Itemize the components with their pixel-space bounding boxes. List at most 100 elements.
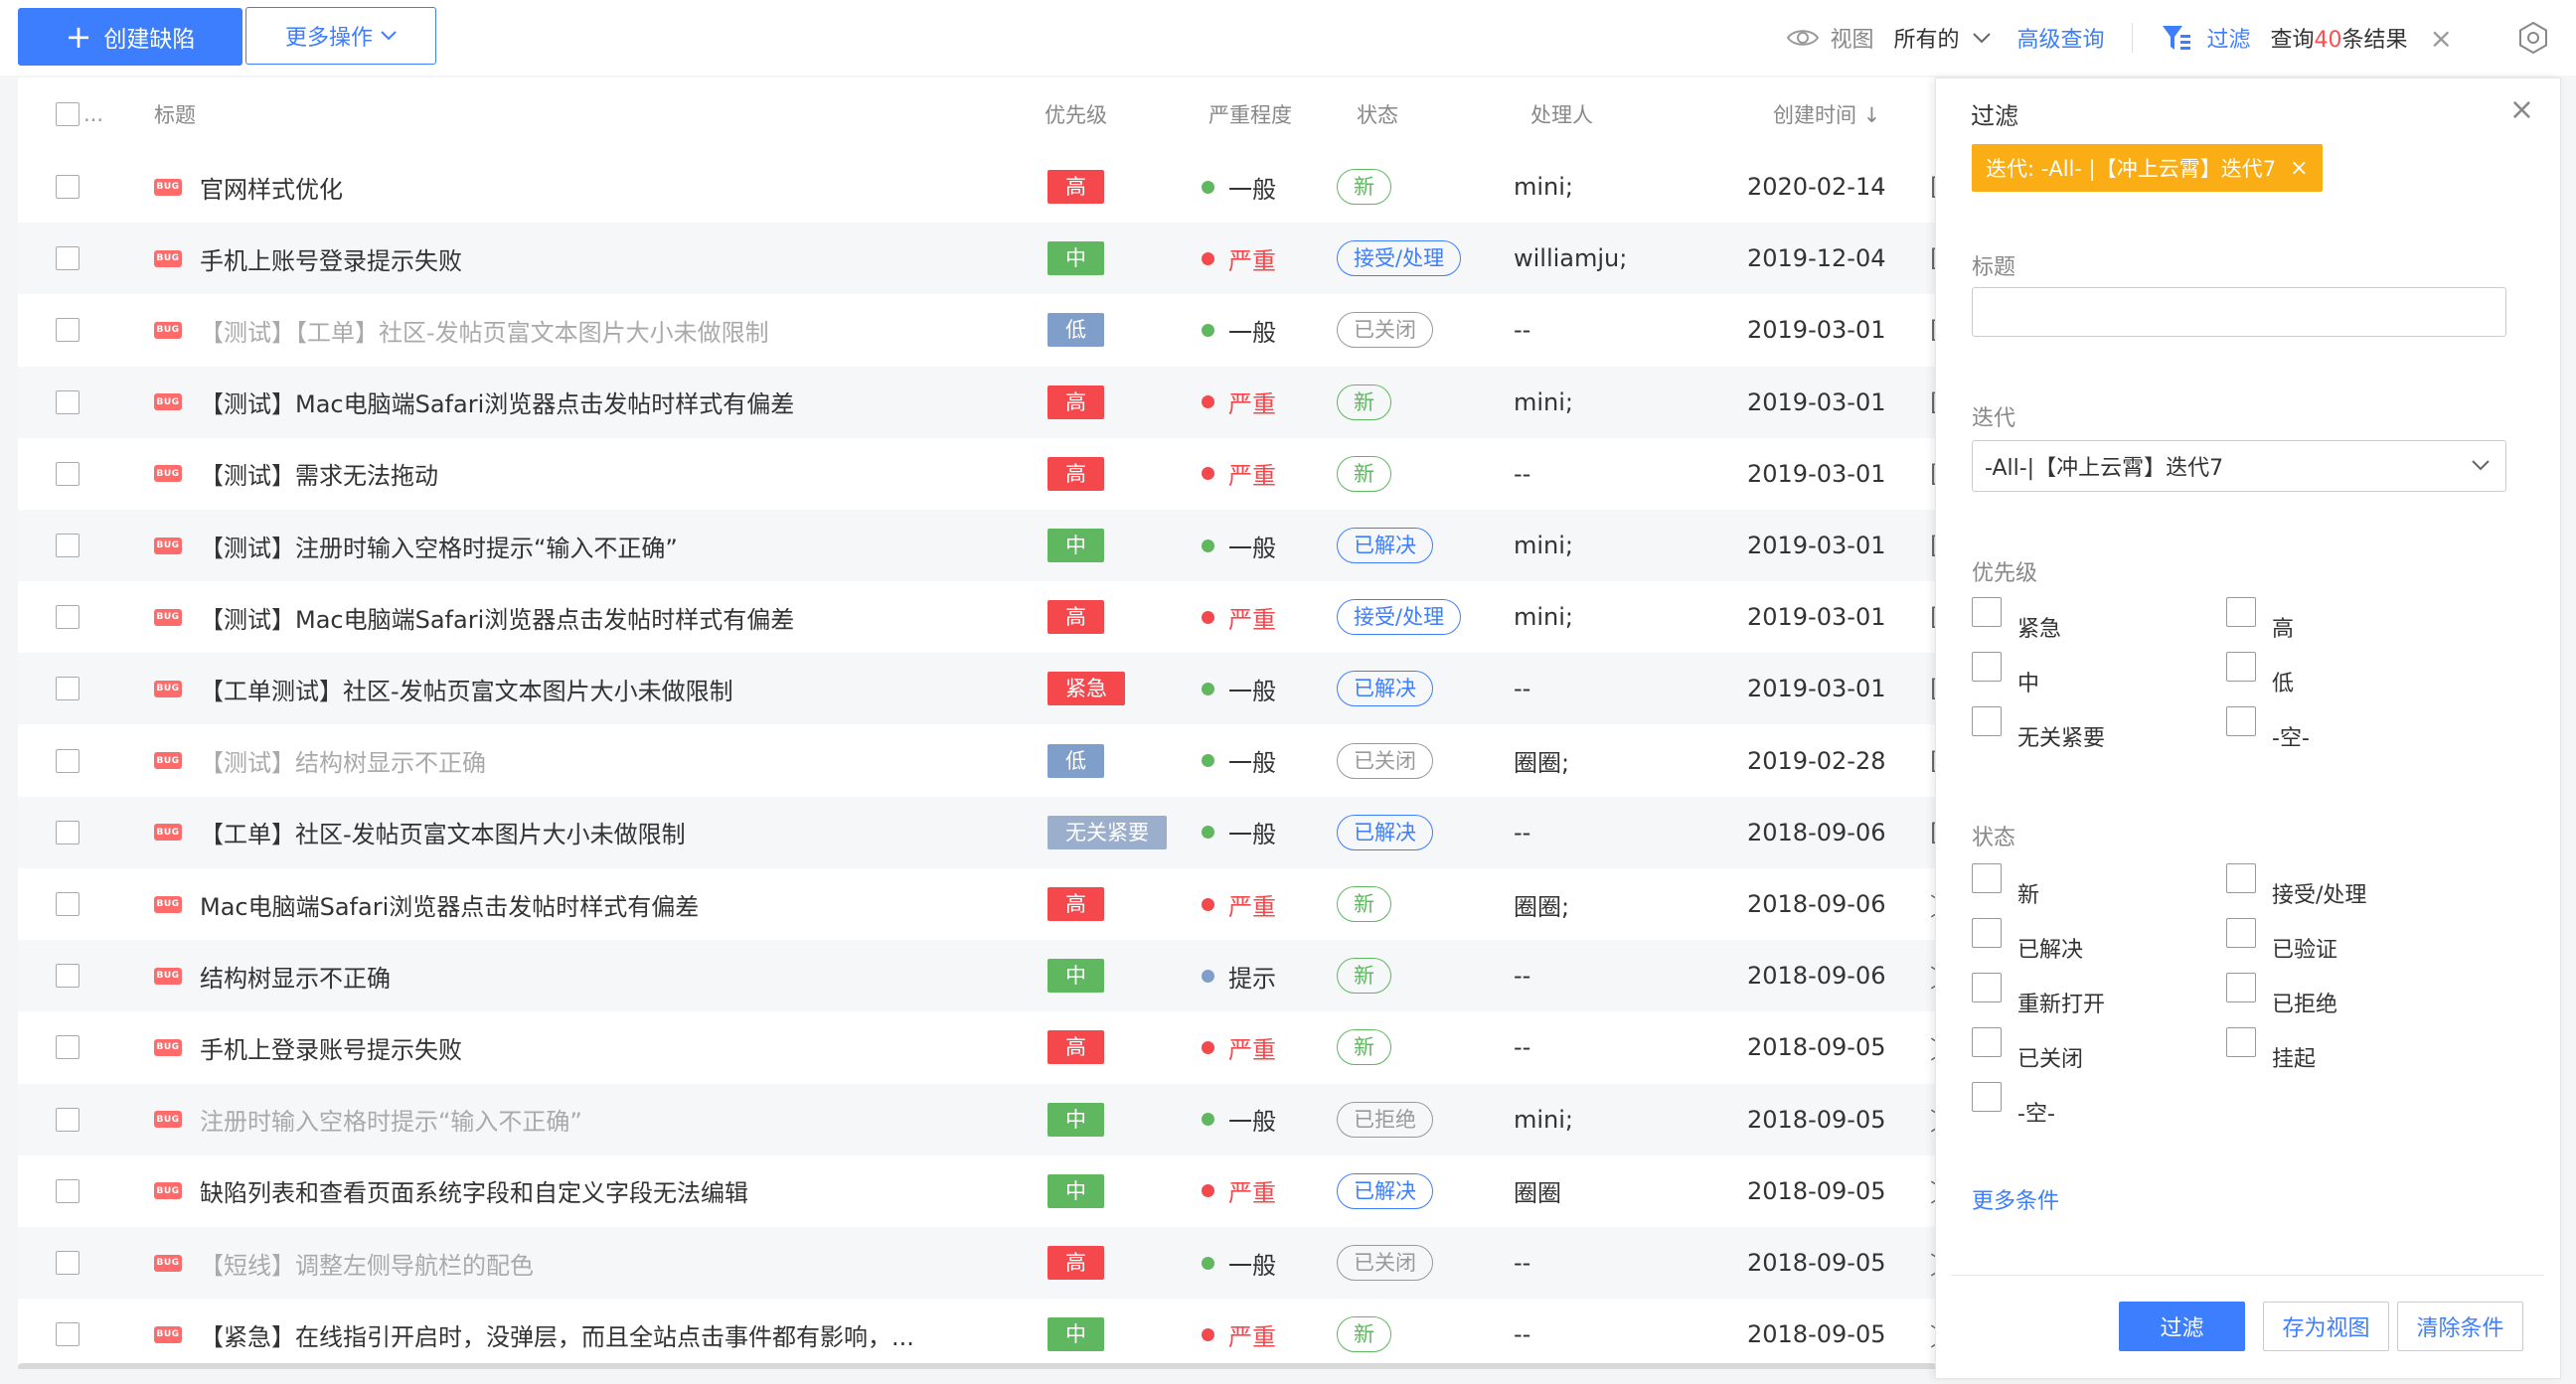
defect-title[interactable]: 【紧急】在线指引开启时，没弹层，而且全站点击事件都有影响，... — [200, 1317, 914, 1352]
row-checkbox[interactable] — [56, 246, 80, 271]
defect-title[interactable]: Mac电脑端Safari浏览器点击发帖时样式有偏差 — [200, 887, 699, 922]
defect-title-cell[interactable]: BUG 【测试】【工单】社区-发帖页富文本图片大小未做限制 — [154, 313, 769, 348]
defect-title-cell[interactable]: BUG 【测试】Mac电脑端Safari浏览器点击发帖时样式有偏差 — [154, 384, 794, 419]
option-checkbox[interactable] — [1972, 863, 2002, 893]
priority-cell[interactable]: 中 — [1047, 1173, 1104, 1208]
option-checkbox[interactable] — [2226, 597, 2256, 627]
option-checkbox[interactable] — [2226, 706, 2256, 736]
owner-cell[interactable]: mini; — [1514, 1106, 1573, 1134]
severity-cell[interactable]: 严重 — [1202, 1173, 1276, 1208]
filter-option[interactable]: 新 — [1972, 863, 2039, 908]
filter-option[interactable]: 中 — [1972, 652, 2039, 696]
row-checkbox[interactable] — [56, 892, 80, 916]
save-view-button[interactable]: 存为视图 — [2263, 1302, 2389, 1351]
advanced-query-link[interactable]: 高级查询 — [2016, 22, 2104, 54]
option-checkbox[interactable] — [1972, 597, 2002, 627]
defect-title-cell[interactable]: BUG 缺陷列表和查看页面系统字段和自定义字段无法编辑 — [154, 1173, 748, 1208]
status-cell[interactable]: 接受/处理 — [1337, 240, 1462, 277]
severity-cell[interactable]: 严重 — [1202, 600, 1276, 635]
owner-cell[interactable]: 圈圈; — [1514, 887, 1569, 922]
view-select[interactable]: 所有的 — [1893, 22, 1959, 54]
header-owner[interactable]: 处理人 — [1530, 99, 1593, 129]
defect-title-cell[interactable]: BUG 【工单测试】社区-发帖页富文本图片大小未做限制 — [154, 672, 733, 706]
defect-title-cell[interactable]: BUG 【测试】结构树显示不正确 — [154, 743, 486, 778]
close-icon[interactable]: × — [2290, 156, 2308, 181]
severity-cell[interactable]: 严重 — [1202, 241, 1276, 276]
severity-cell[interactable]: 严重 — [1202, 1030, 1276, 1065]
row-checkbox[interactable] — [56, 605, 80, 630]
defect-title[interactable]: 【工单测试】社区-发帖页富文本图片大小未做限制 — [200, 672, 733, 706]
option-checkbox[interactable] — [1972, 1027, 2002, 1057]
owner-cell[interactable]: -- — [1514, 316, 1530, 344]
header-title[interactable]: 标题 — [154, 99, 196, 129]
status-cell[interactable]: 已解决 — [1337, 1172, 1433, 1209]
filter-option[interactable]: 重新打开 — [1972, 973, 2105, 1017]
priority-cell[interactable]: 无关紧要 — [1047, 815, 1167, 849]
owner-cell[interactable]: -- — [1514, 1320, 1530, 1348]
defect-title-cell[interactable]: BUG 【紧急】在线指引开启时，没弹层，而且全站点击事件都有影响，... — [154, 1317, 914, 1352]
filter-option[interactable]: 无关紧要 — [1972, 706, 2105, 751]
table-row[interactable]: BUG 注册时输入空格时提示“输入不正确” 中 一般 已拒绝 mini; 201… — [18, 1083, 1936, 1155]
priority-cell[interactable]: 高 — [1047, 384, 1104, 419]
priority-cell[interactable]: 中 — [1047, 1317, 1104, 1352]
table-row[interactable]: BUG 【工单】社区-发帖页富文本图片大小未做限制 无关紧要 一般 已解决 --… — [18, 796, 1936, 868]
defect-title[interactable]: 【测试】Mac电脑端Safari浏览器点击发帖时样式有偏差 — [200, 600, 794, 635]
defect-title-cell[interactable]: BUG 【测试】注册时输入空格时提示“输入不正确” — [154, 529, 678, 563]
table-row[interactable]: BUG 手机上账号登录提示失败 中 严重 接受/处理 williamju; 20… — [18, 223, 1936, 295]
select-all-checkbox[interactable] — [56, 102, 80, 126]
owner-cell[interactable]: mini; — [1514, 603, 1573, 631]
row-checkbox[interactable] — [56, 1322, 80, 1347]
table-row[interactable]: BUG 结构树显示不正确 中 提示 新 -- 2018-09-06 〕 — [18, 940, 1936, 1012]
status-cell[interactable]: 新 — [1337, 169, 1391, 205]
severity-cell[interactable]: 一般 — [1202, 743, 1276, 778]
priority-cell[interactable]: 低 — [1047, 313, 1104, 348]
row-checkbox[interactable] — [56, 1251, 80, 1275]
select-all-more[interactable]: ... — [83, 102, 103, 126]
filter-icon[interactable] — [2161, 23, 2192, 53]
option-checkbox[interactable] — [2226, 1027, 2256, 1057]
status-cell[interactable]: 新 — [1337, 1029, 1391, 1066]
apply-filter-button[interactable]: 过滤 — [2119, 1302, 2245, 1351]
horizontal-scrollbar[interactable] — [18, 1363, 1936, 1369]
severity-cell[interactable]: 提示 — [1202, 959, 1276, 994]
filter-option[interactable]: -空- — [2226, 706, 2310, 751]
row-checkbox[interactable] — [56, 1035, 80, 1060]
defect-title[interactable]: 手机上登录账号提示失败 — [200, 1030, 462, 1065]
owner-cell[interactable]: williamju; — [1514, 244, 1627, 272]
defect-title-cell[interactable]: BUG 【测试】需求无法拖动 — [154, 456, 438, 491]
chevron-down-icon[interactable] — [1973, 32, 1992, 44]
table-row[interactable]: BUG 【测试】需求无法拖动 高 严重 新 -- 2019-03-01 [ — [18, 438, 1936, 510]
row-checkbox[interactable] — [56, 820, 80, 845]
status-cell[interactable]: 新 — [1337, 958, 1391, 995]
filter-option[interactable]: 已验证 — [2226, 918, 2337, 963]
defect-title-cell[interactable]: BUG 注册时输入空格时提示“输入不正确” — [154, 1102, 582, 1137]
defect-title-cell[interactable]: BUG 【工单】社区-发帖页富文本图片大小未做限制 — [154, 815, 686, 849]
row-checkbox[interactable] — [56, 175, 80, 199]
priority-cell[interactable]: 高 — [1047, 1030, 1104, 1065]
defect-title[interactable]: 手机上账号登录提示失败 — [200, 241, 462, 276]
defect-title[interactable]: 【测试】注册时输入空格时提示“输入不正确” — [200, 529, 678, 563]
header-status[interactable]: 状态 — [1357, 99, 1398, 129]
severity-cell[interactable]: 一般 — [1202, 1246, 1276, 1281]
severity-cell[interactable]: 一般 — [1202, 1102, 1276, 1137]
priority-cell[interactable]: 紧急 — [1047, 672, 1125, 706]
defect-title-cell[interactable]: BUG 结构树显示不正确 — [154, 959, 391, 994]
severity-cell[interactable]: 一般 — [1202, 313, 1276, 348]
filter-toggle[interactable]: 过滤 — [2206, 22, 2250, 54]
owner-cell[interactable]: mini; — [1514, 388, 1573, 416]
status-cell[interactable]: 接受/处理 — [1337, 599, 1462, 636]
priority-cell[interactable]: 中 — [1047, 529, 1104, 562]
severity-cell[interactable]: 严重 — [1202, 384, 1276, 419]
option-checkbox[interactable] — [1972, 973, 2002, 1002]
severity-cell[interactable]: 一般 — [1202, 672, 1276, 706]
filter-option[interactable]: 已关闭 — [1972, 1027, 2083, 1072]
option-checkbox[interactable] — [2226, 652, 2256, 682]
row-checkbox[interactable] — [56, 461, 80, 486]
filter-option[interactable]: 已拒绝 — [2226, 973, 2337, 1017]
active-filter-chip[interactable]: 迭代: -All- |【冲上云霄】迭代7 × — [1972, 144, 2323, 192]
defect-title-cell[interactable]: BUG 官网样式优化 — [154, 170, 343, 205]
severity-cell[interactable]: 一般 — [1202, 529, 1276, 563]
close-icon[interactable]: × — [2430, 22, 2453, 55]
clear-conditions-button[interactable]: 清除条件 — [2397, 1302, 2523, 1351]
table-row[interactable]: BUG 【测试】【工单】社区-发帖页富文本图片大小未做限制 低 一般 已关闭 -… — [18, 294, 1936, 366]
